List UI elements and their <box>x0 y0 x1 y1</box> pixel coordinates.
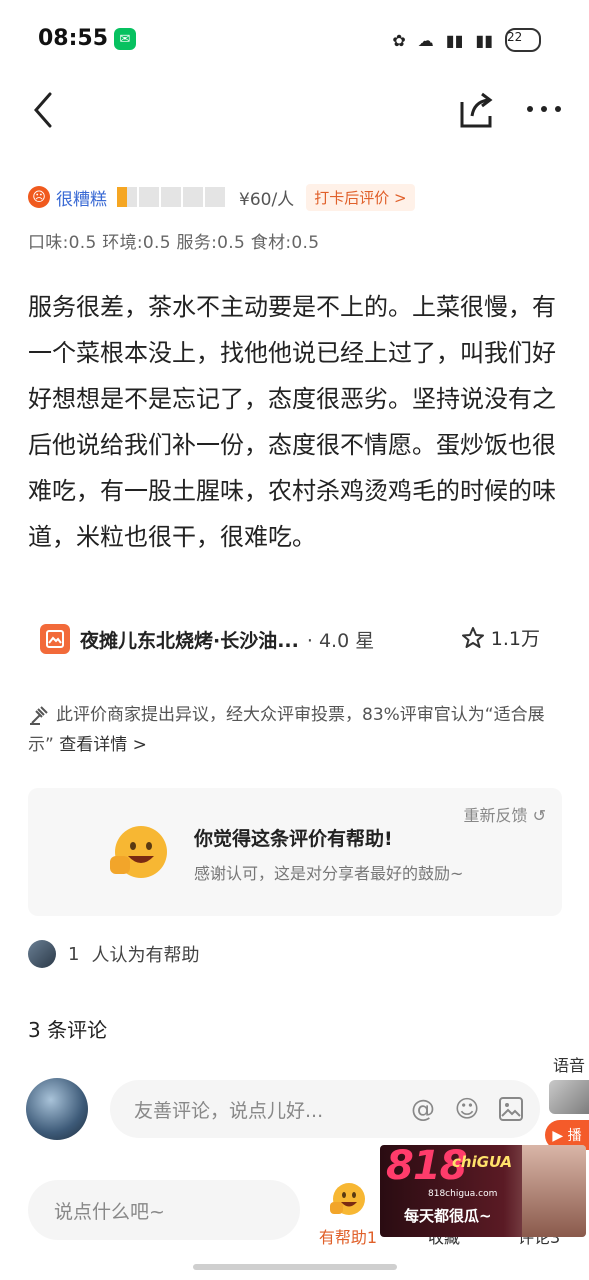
helpers-count: 1 <box>68 943 80 965</box>
ad-banner[interactable]: 818 chiGUA 818chigua.com 每天都很瓜~ <box>380 1145 586 1237</box>
refeedback-button[interactable]: 重新反馈 ↺ <box>463 802 546 826</box>
ad-url: 818chigua.com <box>428 1189 498 1199</box>
image-icon[interactable] <box>496 1094 526 1124</box>
star-icon <box>205 187 225 207</box>
refeedback-label: 重新反馈 <box>463 806 528 825</box>
helpful-feedback-card: 重新反馈 ↺ 你觉得这条评价有帮助! 感谢认可，这是对分享者最好的鼓励~ <box>28 788 562 916</box>
signal-icon: ▮▮ <box>475 30 493 50</box>
checkin-review-tag[interactable]: 打卡后评价 > <box>306 183 415 211</box>
voice-thumbnail[interactable] <box>549 1080 589 1114</box>
comment-placeholder: 友善评论，说点儿好... <box>134 1099 324 1122</box>
shop-image-icon <box>40 624 70 654</box>
ad-slogan: 每天都很瓜~ <box>404 1207 492 1225</box>
helpful-subtitle: 感谢认可，这是对分享者最好的鼓励~ <box>194 864 464 883</box>
star-rating <box>117 187 225 207</box>
star-icon <box>161 187 181 207</box>
status-icons: ✿ ☁ ▮▮ ▮▮ 22 <box>392 28 541 52</box>
price-per-person: ¥60/人 <box>239 189 295 210</box>
favorite-count: 1.1万 <box>490 628 540 650</box>
chevron-left-icon <box>34 92 52 128</box>
wechat-notification-icon: ✉ <box>114 28 136 50</box>
star-outline-icon <box>461 626 484 648</box>
helpful-button-label: 有帮助1 <box>318 1228 378 1247</box>
star-icon <box>139 187 159 207</box>
smiling-thumbs-up-emoji-icon <box>110 826 167 878</box>
helpers-row[interactable]: 1 人认为有帮助 <box>28 940 199 968</box>
voice-label: 语音 <box>552 1056 585 1075</box>
sub-scores: 口味:0.5 环境:0.5 服务:0.5 食材:0.5 <box>28 233 320 253</box>
undo-icon: ↺ <box>532 806 546 825</box>
comments-count: 3 条评论 <box>28 1018 108 1042</box>
shop-card[interactable]: 夜摊儿东北烧烤·长沙油... · 4.0 星 1.1万 <box>28 612 560 666</box>
rating-tag: 很糟糕 <box>56 189 107 210</box>
smiling-thumbs-up-emoji-icon <box>330 1183 365 1215</box>
helpers-label: 人认为有帮助 <box>91 945 200 966</box>
flower-icon: ✿ <box>392 30 406 50</box>
more-button[interactable] <box>524 96 564 122</box>
mention-icon[interactable]: @ <box>408 1094 438 1124</box>
helpful-title: 你觉得这条评价有帮助! <box>194 828 393 850</box>
share-icon <box>460 92 493 128</box>
comment-input[interactable]: 友善评论，说点儿好... @ ☺ <box>110 1080 540 1138</box>
angry-face-icon: ☹ <box>28 186 50 208</box>
back-button[interactable] <box>28 90 58 130</box>
review-text: 服务很差，茶水不主动要是不上的。上菜很慢，有一个菜根本没上，找他他说已经上过了，… <box>28 293 556 551</box>
avatar <box>26 1078 88 1140</box>
home-indicator[interactable] <box>193 1264 397 1270</box>
favorite-button[interactable]: 1.1万 <box>461 624 540 651</box>
share-button[interactable] <box>458 90 494 130</box>
view-details-link[interactable]: 查看详情 > <box>59 735 147 755</box>
rating-row: ☹ 很糟糕 ¥60/人 打卡后评价 > <box>28 183 415 211</box>
dispute-notice: 此评价商家提出异议，经大众评审投票，83%评审官认为“适合展示” 查看详情 > <box>28 700 558 760</box>
signal-icon: ▮▮ <box>445 30 464 50</box>
more-icon <box>527 106 561 112</box>
shop-name: 夜摊儿东北烧烤·长沙油... <box>80 629 299 652</box>
ad-logo-small: chiGUA <box>452 1153 513 1171</box>
gavel-icon <box>30 706 48 725</box>
shop-rating: · 4.0 星 <box>306 629 375 652</box>
helpful-button[interactable]: 有帮助1 <box>318 1180 378 1248</box>
battery-indicator: 22 <box>505 28 541 52</box>
emoji-icon[interactable]: ☺ <box>452 1094 482 1124</box>
status-time: 08:55 <box>38 26 109 51</box>
cloud-icon: ☁ <box>417 30 434 50</box>
ad-image <box>522 1145 586 1237</box>
avatar <box>28 940 56 968</box>
star-icon <box>117 187 137 207</box>
bottom-comment-input[interactable]: 说点什么吧~ <box>28 1180 300 1240</box>
bottom-placeholder: 说点什么吧~ <box>54 1200 165 1223</box>
star-icon <box>183 187 203 207</box>
